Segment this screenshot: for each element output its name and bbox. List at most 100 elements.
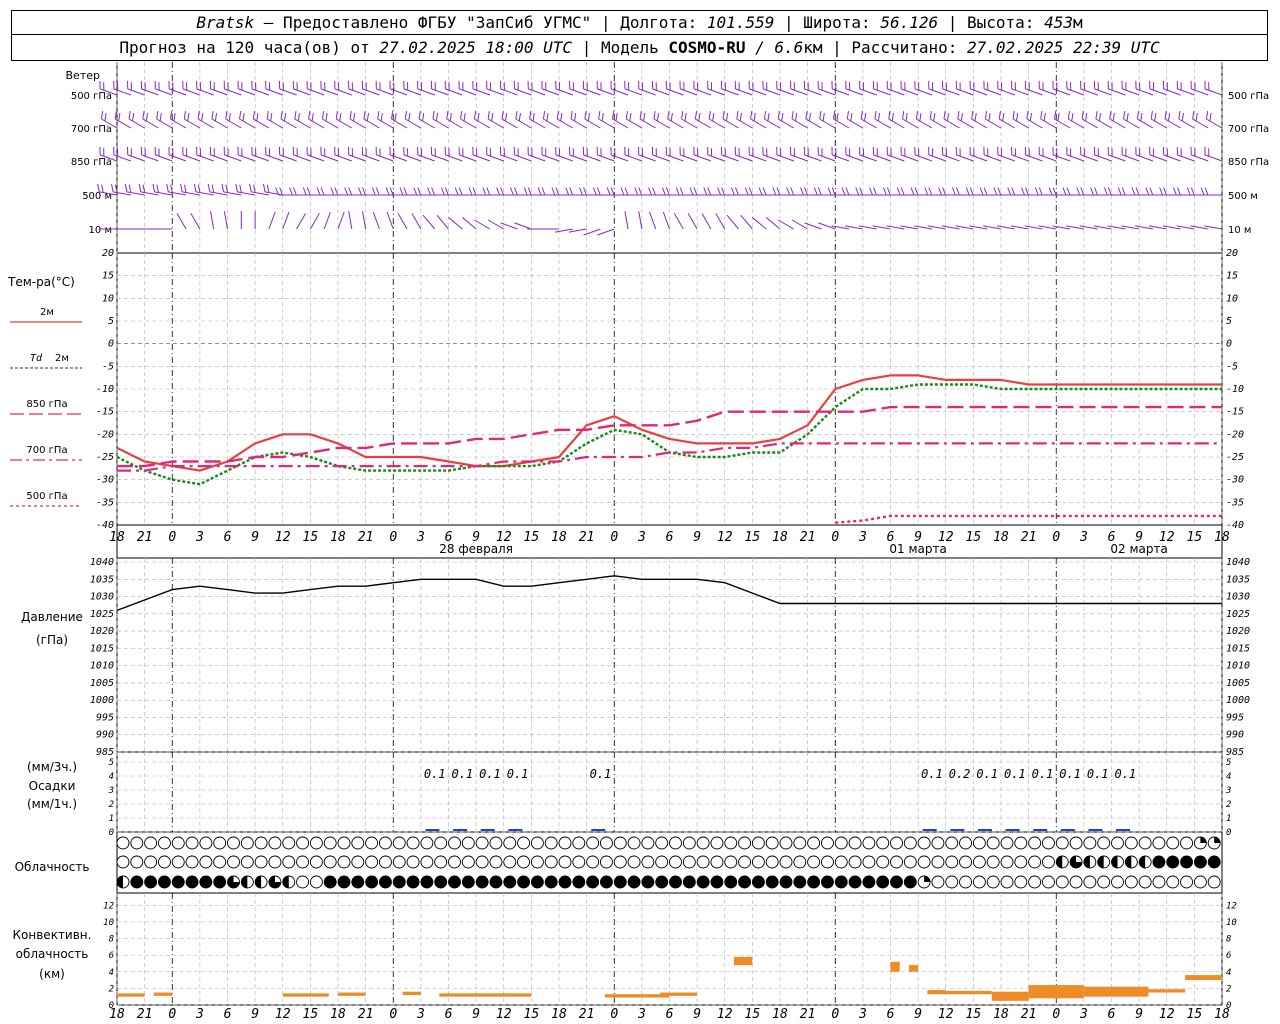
wind-level-label-right: 500 м bbox=[1228, 191, 1258, 202]
wind-barb-feather bbox=[1053, 111, 1057, 120]
pressure-tick-left: 1020 bbox=[90, 626, 114, 637]
cloud-symbol bbox=[627, 875, 641, 889]
wind-barb-feather bbox=[888, 111, 891, 120]
precip-bar bbox=[1005, 829, 1020, 831]
wind-barb-feather bbox=[606, 187, 611, 196]
wind-barb bbox=[500, 222, 518, 230]
wind-barb-feather bbox=[910, 187, 915, 196]
cloud-symbol bbox=[793, 875, 807, 889]
wind-barb-feather bbox=[731, 187, 735, 196]
cloud-symbol bbox=[157, 836, 171, 850]
wind-barb-feather bbox=[707, 187, 712, 196]
wind-barb bbox=[1039, 88, 1057, 96]
conv-cloud-bar bbox=[945, 990, 992, 995]
wind-barb-feather bbox=[610, 187, 615, 196]
wind-barb bbox=[238, 154, 256, 162]
cloud-fill-quarter bbox=[1214, 837, 1221, 843]
wind-barb bbox=[916, 118, 933, 129]
wind-barb-feather bbox=[841, 187, 846, 196]
precip-tick-left: 3 bbox=[108, 786, 114, 796]
precip-amount-label: 0.1 bbox=[507, 767, 529, 781]
wind-barb-feather bbox=[601, 113, 604, 122]
cloud-symbol bbox=[378, 875, 392, 889]
wind-barb bbox=[556, 118, 574, 129]
wind-barb-feather bbox=[362, 187, 366, 196]
wind-barb-feather bbox=[249, 183, 252, 192]
wind-barb bbox=[652, 154, 670, 162]
wind-barb-feather bbox=[708, 111, 711, 120]
wind-barb-feather bbox=[262, 183, 266, 192]
conv-cloud-bar bbox=[660, 992, 698, 996]
wind-barb-feather bbox=[643, 113, 646, 122]
cloud-symbol bbox=[959, 875, 973, 889]
conv-cloud-bar bbox=[282, 993, 329, 997]
cloud-symbol bbox=[959, 855, 973, 869]
time-tick-label: 0 bbox=[389, 1007, 397, 1022]
cloud-symbol bbox=[903, 875, 917, 889]
wind-barb bbox=[721, 154, 739, 162]
conv-tick-left: 12 bbox=[103, 901, 114, 911]
wind-barb bbox=[997, 154, 1015, 162]
wind-barb bbox=[914, 154, 933, 162]
time-tick-label: 21 bbox=[579, 1007, 595, 1022]
wind-barb bbox=[943, 118, 960, 129]
conv-cloud-bar bbox=[733, 956, 753, 966]
wind-barb bbox=[541, 154, 560, 162]
precip-amount-label: 0.1 bbox=[1032, 767, 1054, 781]
wind-barb-feather bbox=[1149, 187, 1154, 196]
wind-barb-feather bbox=[817, 187, 822, 196]
wind-barb bbox=[1025, 154, 1043, 162]
wind-barb-feather bbox=[1200, 187, 1205, 196]
time-tick-label: 6 bbox=[1108, 1007, 1116, 1022]
wind-barb-feather bbox=[458, 187, 463, 196]
wind-barb bbox=[431, 154, 449, 162]
wind-barb-feather bbox=[873, 187, 877, 196]
wind-barb-feather bbox=[675, 187, 680, 196]
cloud-symbol bbox=[710, 855, 724, 869]
time-tick-label: 21 bbox=[358, 1007, 374, 1022]
cloud-symbol bbox=[986, 836, 1000, 850]
wind-barb bbox=[804, 222, 822, 230]
wind-barb bbox=[446, 118, 463, 129]
wind-barb-feather bbox=[239, 184, 242, 193]
cloud-symbol bbox=[862, 855, 876, 869]
wind-barb-feather bbox=[449, 113, 452, 122]
time-tick-label: 0 bbox=[831, 1007, 839, 1022]
wind-barb bbox=[309, 213, 320, 230]
wind-barb-feather bbox=[211, 184, 215, 193]
wind-barb bbox=[279, 154, 297, 162]
wind-barb bbox=[1177, 154, 1195, 162]
wind-barb bbox=[224, 88, 242, 96]
wind-barb-feather bbox=[510, 187, 514, 196]
conv-cloud-bar bbox=[1148, 989, 1186, 993]
wind-barb-feather bbox=[1117, 187, 1122, 196]
wind-barb bbox=[874, 118, 891, 129]
precip-amount-label: 0.1 bbox=[479, 767, 501, 781]
cloud-symbol bbox=[171, 836, 185, 850]
wind-barb bbox=[583, 228, 601, 236]
cloud-symbol bbox=[461, 836, 475, 850]
wind-barb bbox=[1066, 154, 1085, 162]
wind-barb-feather bbox=[753, 113, 756, 122]
cloud-symbol bbox=[337, 855, 351, 869]
wind-barb-feather bbox=[667, 111, 670, 120]
cloud-symbol bbox=[517, 875, 531, 889]
wind-barb bbox=[752, 217, 767, 230]
wind-barb-feather bbox=[344, 187, 349, 196]
cloud-symbol bbox=[1069, 875, 1083, 889]
legend-label: 500 гПа bbox=[26, 491, 67, 502]
cloud-symbol bbox=[268, 836, 282, 850]
cloud-symbol bbox=[365, 875, 379, 889]
wind-barb bbox=[422, 214, 436, 230]
wind-barb-feather bbox=[201, 113, 204, 122]
pressure-tick-left: 1010 bbox=[90, 661, 114, 672]
wind-barb-feather bbox=[463, 113, 466, 122]
wind-barb-feather bbox=[583, 187, 587, 196]
temp-tick-right: 0 bbox=[1226, 339, 1232, 350]
wind-barb-feather bbox=[377, 111, 380, 120]
wind-barb bbox=[253, 118, 270, 129]
cloud-symbol bbox=[641, 875, 655, 889]
cloud-symbol bbox=[876, 855, 890, 869]
pressure-tick-left: 1015 bbox=[90, 643, 114, 654]
wind-barb bbox=[528, 88, 546, 96]
